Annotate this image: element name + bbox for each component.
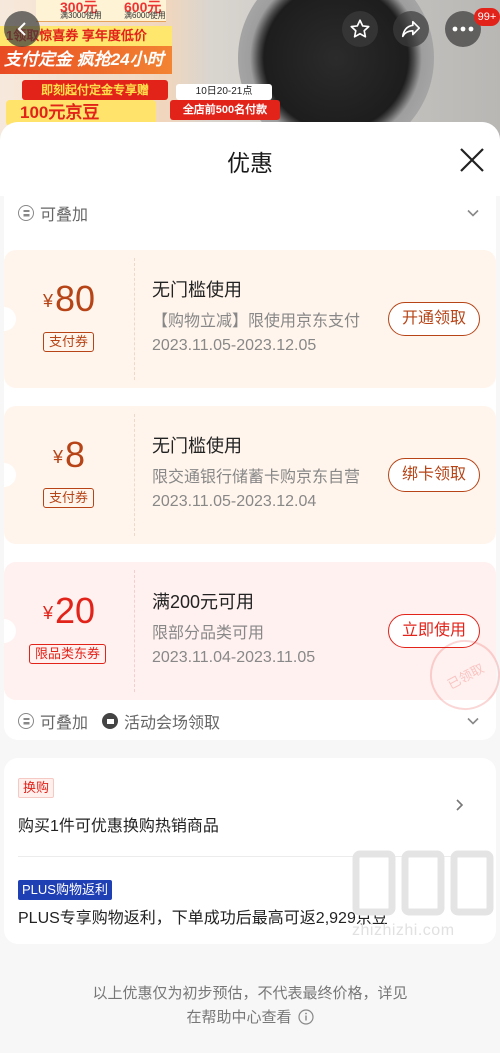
chevron-down-icon[interactable] xyxy=(466,206,480,220)
more-dots-icon xyxy=(452,26,474,32)
help-center-text[interactable]: 在帮助中心查看 xyxy=(186,1006,291,1027)
coupon-list: 可叠加 ¥80 支付券 无门槛使用 【购物立减】限使用京东支付 2023.11.… xyxy=(4,194,500,740)
disclaimer-line-1: 以上优惠仅为初步预估，不代表最终价格，详见 xyxy=(92,985,408,1002)
coupon-amount: ¥8 xyxy=(52,434,86,475)
message-count-badge: 99+ xyxy=(474,8,500,26)
share-button[interactable] xyxy=(393,11,429,47)
chevron-left-icon xyxy=(17,22,26,36)
stackable-label: 可叠加 xyxy=(40,207,89,224)
share-icon xyxy=(401,20,421,38)
coupon-description: 限交通银行储蓄卡购京东自营 xyxy=(152,469,361,486)
store-badge: 全店前500名付款 xyxy=(170,100,280,120)
coupon-type-tag: 支付券 xyxy=(43,488,95,508)
bind-card-claim-button[interactable]: 绑卡领取 xyxy=(388,458,480,492)
disclaimer-line-2: 在帮助中心查看 xyxy=(0,1006,500,1027)
coupon-amount: ¥80 xyxy=(42,278,96,319)
close-icon xyxy=(460,148,484,172)
coupon-description: 【购物立减】限使用京东支付 xyxy=(152,313,361,330)
coupon-card: ¥8 支付券 无门槛使用 限交通银行储蓄卡购京东自营 2023.11.05-20… xyxy=(4,406,496,544)
product-hero-background: 300元 600元 满3000使用 满6000使用 1领取惊喜券 享年度低价 支… xyxy=(0,0,500,140)
coupon-type-tag: 限品类东券 xyxy=(29,644,107,664)
plus-rebate-text: PLUS专享购物返利，下单成功后最高可返2,929京豆 xyxy=(18,910,388,927)
chevron-right-icon[interactable] xyxy=(452,798,466,812)
coupon-validity: 2023.11.05-2023.12.04 xyxy=(152,493,317,510)
coupon-card: ¥80 支付券 无门槛使用 【购物立减】限使用京东支付 2023.11.05-2… xyxy=(4,250,496,388)
sheet-title: 优惠 xyxy=(227,150,273,176)
chevron-down-icon[interactable] xyxy=(466,714,480,728)
stackable-label: 可叠加 xyxy=(40,715,89,732)
promo-subtitle: 即刻起付定金专享赠 xyxy=(22,80,168,100)
coupon-card: ¥20 限品类东券 满200元可用 限部分品类可用 2023.11.04-202… xyxy=(4,562,500,723)
coupon-validity: 2023.11.05-2023.12.05 xyxy=(152,337,317,354)
stackable-row-top[interactable]: 可叠加 xyxy=(18,198,88,228)
info-icon[interactable] xyxy=(297,1008,314,1025)
coupon-condition: 无门槛使用 xyxy=(152,280,242,300)
promo-price-2-condition: 满6000使用 xyxy=(124,11,166,20)
coupon-type-tag: 支付券 xyxy=(43,332,95,352)
promo-price-1-condition: 满3000使用 xyxy=(60,11,102,20)
plus-rebate-tag: PLUS购物返利 xyxy=(18,880,112,900)
promo-coupon-strip: 300元 600元 满3000使用 满6000使用 xyxy=(36,0,166,22)
favorite-button[interactable] xyxy=(342,11,378,47)
coupon-condition: 满200元可用 xyxy=(152,592,255,612)
stackable-row-bottom[interactable]: 可叠加 活动会场领取 xyxy=(18,706,220,736)
coupon-amount: ¥20 xyxy=(42,590,96,631)
venue-label: 活动会场领取 xyxy=(124,715,221,732)
coupon-validity: 2023.11.04-2023.11.05 xyxy=(152,649,316,666)
venue-icon xyxy=(102,713,119,729)
back-button[interactable] xyxy=(4,11,40,47)
activate-claim-button[interactable]: 开通领取 xyxy=(388,302,480,336)
stack-icon xyxy=(18,205,34,221)
swap-promo-text[interactable]: 购买1件可优惠换购热销商品 xyxy=(18,812,219,836)
coupon-description: 限部分品类可用 xyxy=(152,625,265,642)
coupon-condition: 无门槛使用 xyxy=(152,436,242,456)
close-button[interactable] xyxy=(456,144,488,176)
promo-title: 支付定金 疯抢24小时 xyxy=(0,46,172,74)
sheet-header: 优惠 xyxy=(0,122,500,196)
swap-tag: 换购 xyxy=(18,778,55,798)
stack-icon xyxy=(18,713,34,729)
star-icon xyxy=(350,19,370,38)
time-badge: 10日20-21点 xyxy=(176,84,272,100)
watermark-text: zhizhizhi.com xyxy=(352,922,455,939)
watermark-logo xyxy=(352,850,494,916)
